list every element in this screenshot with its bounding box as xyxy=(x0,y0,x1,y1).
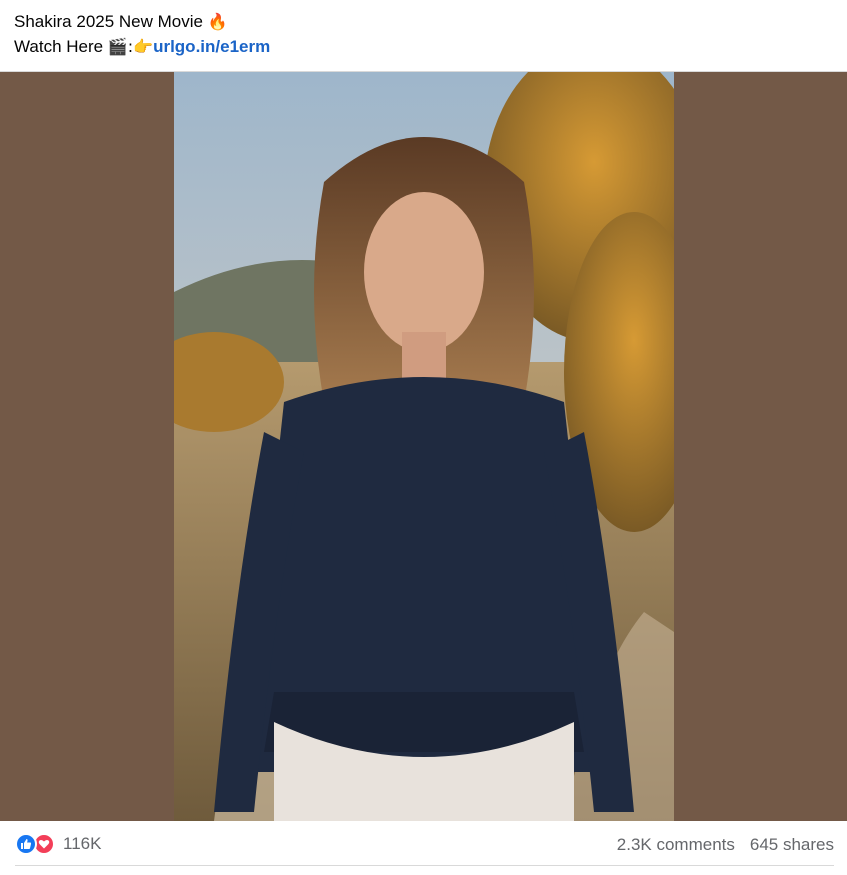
caption-title: Shakira 2025 New Movie xyxy=(14,12,208,31)
post-footer: 116K 2.3K comments 645 shares xyxy=(0,821,847,875)
caption-watch-here: Watch Here xyxy=(14,37,108,56)
thumbs-up-icon xyxy=(21,839,32,849)
engagement-stats: 2.3K comments 645 shares xyxy=(617,835,834,855)
heart-icon xyxy=(38,839,50,849)
post-photo[interactable] xyxy=(174,72,674,821)
caption-line-1: Shakira 2025 New Movie 🔥 xyxy=(14,9,270,34)
clapper-pointing-emoji: 🎬:👉 xyxy=(107,37,154,56)
footer-divider xyxy=(15,865,834,866)
reaction-count[interactable]: 116K xyxy=(63,834,101,854)
shares-count[interactable]: 645 shares xyxy=(750,835,834,855)
photo-image xyxy=(174,72,674,821)
like-icon xyxy=(15,833,37,855)
comments-count[interactable]: 2.3K comments xyxy=(617,835,735,855)
reactions-summary[interactable]: 116K xyxy=(15,833,101,855)
post-caption: Shakira 2025 New Movie 🔥 Watch Here 🎬:👉u… xyxy=(14,9,270,59)
fire-emoji: 🔥 xyxy=(207,12,228,31)
caption-line-2: Watch Here 🎬:👉urlgo.in/e1erm xyxy=(14,34,270,59)
post-link[interactable]: urlgo.in/e1erm xyxy=(153,37,270,56)
post-media[interactable] xyxy=(0,71,847,821)
facebook-post: Shakira 2025 New Movie 🔥 Watch Here 🎬:👉u… xyxy=(0,0,847,875)
